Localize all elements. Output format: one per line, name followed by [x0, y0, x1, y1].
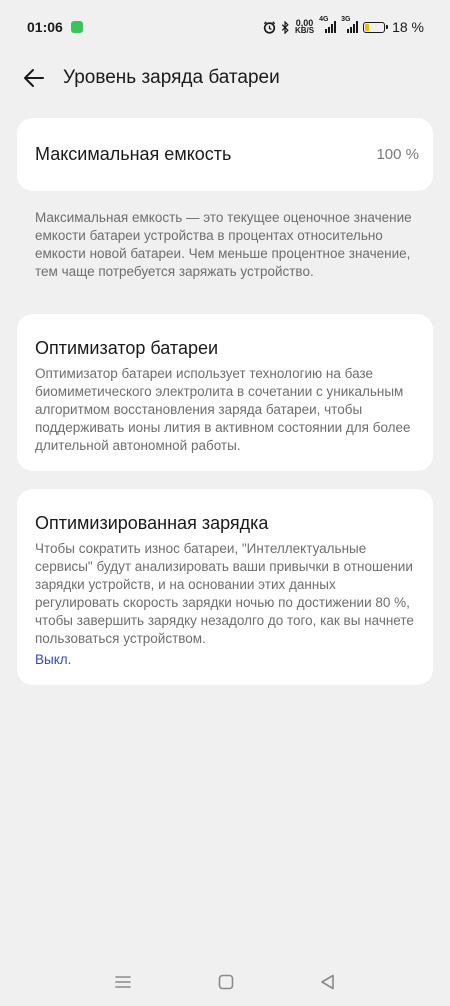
- bluetooth-icon: [281, 20, 289, 34]
- optimized-charging-title: Оптимизированная зарядка: [35, 513, 269, 533]
- max-capacity-value: 100 %: [376, 146, 419, 163]
- battery-percent: 18 %: [392, 19, 424, 35]
- status-bar: 01:06 0,00 KB/S 4G 3G 18 %: [0, 0, 450, 54]
- battery-optimizer-title: Оптимизатор батареи: [35, 338, 219, 358]
- back-arrow-icon[interactable]: [23, 67, 45, 89]
- system-navigation-bar: [0, 962, 450, 1002]
- battery-icon: [363, 21, 389, 33]
- optimized-charging-card[interactable]: Оптимизированная зарядка Чтобы сократить…: [17, 489, 433, 685]
- network-speed: 0,00 KB/S: [294, 18, 315, 35]
- alarm-icon: [263, 20, 276, 34]
- page-title: Уровень заряда батареи: [63, 67, 280, 88]
- optimized-charging-body: Чтобы сократить износ батареи, "Интеллек…: [35, 541, 414, 646]
- max-capacity-card: Максимальная емкость 100 %: [17, 118, 433, 191]
- app-header: Уровень заряда батареи: [0, 58, 450, 98]
- cellular-signal-2: 3G: [341, 16, 359, 33]
- max-capacity-description: Максимальная емкость — это текущее оцено…: [35, 210, 412, 279]
- cellular-signal-1: 4G: [319, 16, 337, 33]
- optimized-charging-status[interactable]: Выкл.: [35, 651, 71, 669]
- battery-optimizer-body: Оптимизатор батареи использует технологи…: [35, 366, 411, 453]
- battery-optimizer-card: Оптимизатор батареи Оптимизатор батареи …: [17, 314, 433, 471]
- status-time: 01:06: [27, 19, 63, 35]
- max-capacity-label: Максимальная емкость: [35, 144, 232, 164]
- recent-apps-icon[interactable]: [113, 972, 133, 992]
- messages-notification-icon: [70, 21, 83, 33]
- back-nav-icon[interactable]: [318, 972, 338, 992]
- home-icon[interactable]: [216, 972, 236, 992]
